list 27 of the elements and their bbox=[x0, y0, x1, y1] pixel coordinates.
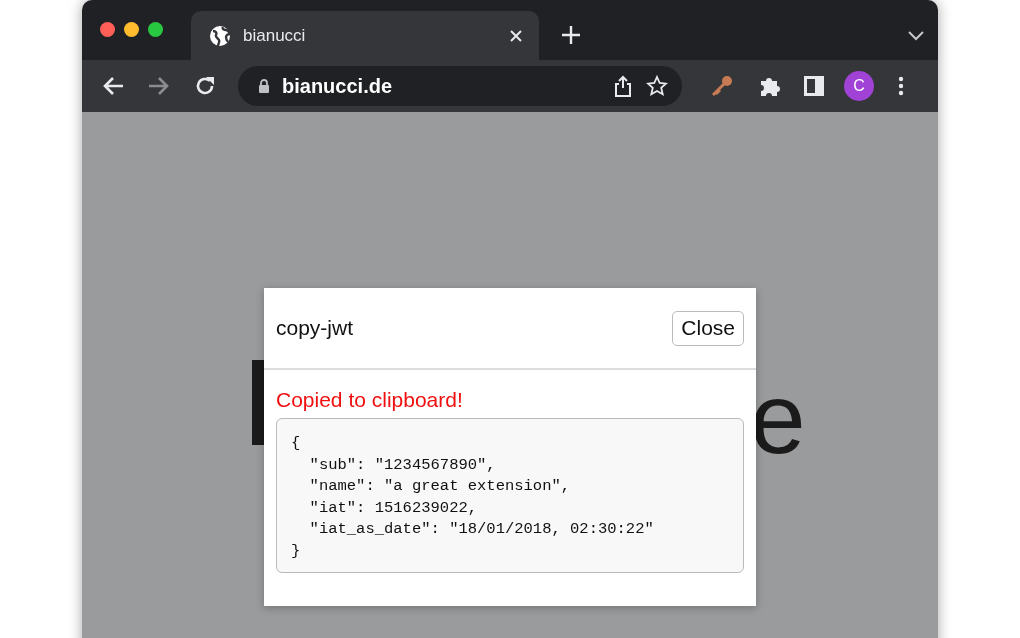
browser-tab[interactable]: bianucci bbox=[191, 11, 539, 60]
json-output: { "sub": "1234567890", "name": "a great extension", "iat": 1516239022, "iat_as_date": "18/01/2018, 02:30:22" } bbox=[276, 418, 744, 573]
minimize-window-button[interactable] bbox=[124, 22, 139, 37]
dialog-title: copy-jwt bbox=[276, 316, 354, 340]
tab-title: bianucci bbox=[243, 25, 307, 46]
new-tab-icon[interactable] bbox=[561, 25, 581, 45]
zoom-window-button[interactable] bbox=[148, 22, 163, 37]
lock-icon bbox=[258, 78, 270, 94]
status-message: Copied to clipboard! bbox=[276, 388, 464, 412]
star-icon[interactable] bbox=[646, 75, 668, 97]
more-menu-icon[interactable] bbox=[898, 76, 904, 96]
heading-fragment: e bbox=[750, 368, 806, 468]
globe-icon bbox=[209, 24, 231, 47]
close-button[interactable]: Close bbox=[672, 310, 744, 346]
close-window-button[interactable] bbox=[100, 22, 115, 37]
puzzle-piece-icon[interactable] bbox=[758, 75, 780, 97]
forward-arrow-icon[interactable] bbox=[148, 76, 170, 96]
back-arrow-icon[interactable] bbox=[102, 76, 124, 96]
share-icon[interactable] bbox=[614, 75, 632, 97]
profile-avatar[interactable]: C bbox=[844, 71, 874, 101]
side-panel-icon[interactable] bbox=[804, 76, 824, 96]
url-text: bianucci.de bbox=[282, 74, 393, 98]
key-icon[interactable] bbox=[710, 74, 734, 98]
reload-icon[interactable] bbox=[194, 75, 216, 97]
address-bar[interactable]: bianucci.de bbox=[238, 66, 682, 106]
chevron-down-icon[interactable] bbox=[908, 31, 924, 41]
close-icon[interactable] bbox=[509, 28, 523, 43]
